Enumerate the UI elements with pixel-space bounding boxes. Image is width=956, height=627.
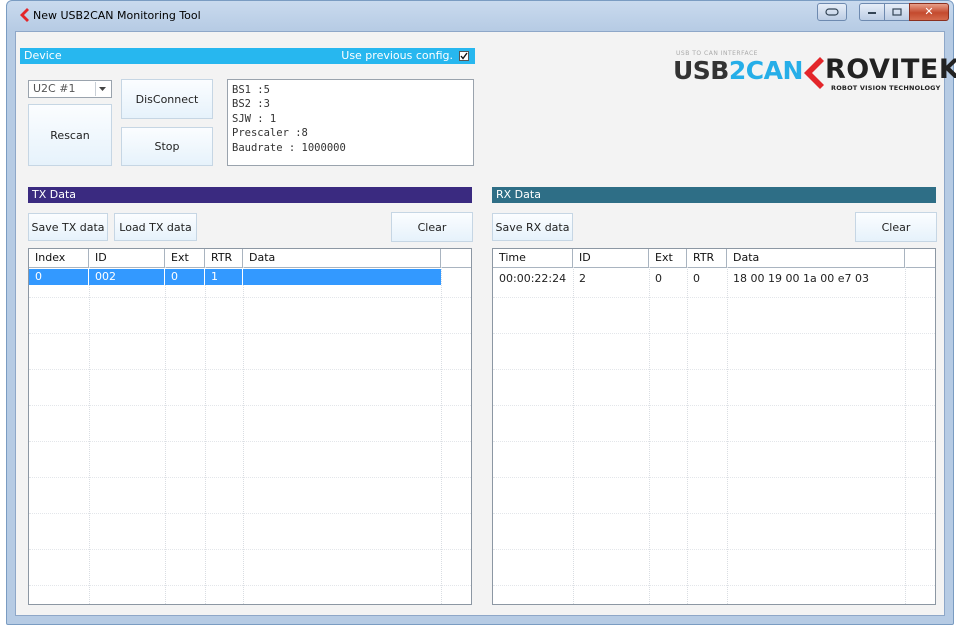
minimize-icon <box>868 12 876 14</box>
grid-line <box>727 267 728 604</box>
minimize-button[interactable] <box>859 3 885 21</box>
dropdown-arrow[interactable] <box>95 82 110 96</box>
grid-line <box>493 333 935 334</box>
brand-logos: USB TO CAN INTERFACE USB2CAN ROVITEK ROB… <box>673 50 956 100</box>
usb2can-logo-usb: USB <box>673 56 729 85</box>
grid-line <box>441 267 442 604</box>
tx-cell-rtr[interactable]: 1 <box>205 269 243 285</box>
restore-icon <box>825 8 839 16</box>
grid-line <box>493 585 935 586</box>
tx-section-header: TX Data <box>28 187 472 203</box>
table-row[interactable]: 00:00:22:24 2 0 0 18 00 19 00 1a 00 e7 0… <box>493 271 935 287</box>
close-button[interactable]: ✕ <box>909 3 949 21</box>
tx-data-table[interactable]: Index ID Ext RTR Data 0 002 0 1 <box>28 248 472 605</box>
grid-line <box>89 267 90 604</box>
tx-table-header: Index ID Ext RTR Data <box>29 249 471 268</box>
rx-section-label: RX Data <box>496 188 541 201</box>
rovitek-tagline: ROBOT VISION TECHNOLOGY <box>831 84 941 92</box>
window-title: New USB2CAN Monitoring Tool <box>33 9 201 22</box>
rx-data-table[interactable]: Time ID Ext RTR Data 00:00:22:24 2 0 0 1… <box>492 248 936 605</box>
load-tx-data-button[interactable]: Load TX data <box>114 213 197 241</box>
tx-section-label: TX Data <box>32 188 77 201</box>
info-line-bs2: BS2 :3 <box>232 98 270 111</box>
grid-line <box>493 477 935 478</box>
tx-col-ext[interactable]: Ext <box>165 249 205 267</box>
app-logo-icon <box>20 8 29 22</box>
device-section-label: Device <box>24 49 62 62</box>
rx-cell-rtr[interactable]: 0 <box>687 271 727 287</box>
tx-col-index[interactable]: Index <box>29 249 89 267</box>
rx-cell-data[interactable]: 18 00 19 00 1a 00 e7 03 <box>727 271 905 287</box>
tx-col-id[interactable]: ID <box>89 249 165 267</box>
use-previous-config-label: Use previous config. <box>341 49 453 62</box>
tx-cell-id[interactable]: 002 <box>89 269 165 285</box>
grid-line <box>29 333 471 334</box>
usb2can-logo-can: 2CAN <box>728 56 804 85</box>
rx-table-header: Time ID Ext RTR Data <box>493 249 935 268</box>
grid-line <box>29 405 471 406</box>
usb2can-logo: USB2CAN <box>673 56 803 85</box>
rx-section-header: RX Data <box>492 187 936 203</box>
grid-line <box>205 267 206 604</box>
rx-col-rtr[interactable]: RTR <box>687 249 727 267</box>
rx-cell-id[interactable]: 2 <box>573 271 649 287</box>
rx-col-time[interactable]: Time <box>493 249 573 267</box>
rx-col-data[interactable]: Data <box>727 249 905 267</box>
grid-line <box>573 267 574 604</box>
grid-line <box>29 513 471 514</box>
port-select[interactable]: U2C #1 <box>28 80 112 98</box>
tx-cell-index[interactable]: 0 <box>29 269 89 285</box>
rescan-button[interactable]: Rescan <box>28 104 112 166</box>
device-section-header: Device Use previous config. <box>20 48 475 64</box>
rovitek-logo: ROVITEK <box>825 54 956 85</box>
device-config-info: BS1 :5 BS2 :3 SJW : 1 Prescaler :8 Baudr… <box>227 79 474 166</box>
info-line-bs1: BS1 :5 <box>232 84 270 96</box>
info-line-sjw: SJW : 1 <box>232 112 277 125</box>
checkmark-icon <box>460 52 468 60</box>
grid-line <box>243 267 244 604</box>
title-bar[interactable]: New USB2CAN Monitoring Tool ✕ <box>7 1 953 31</box>
tx-col-rtr[interactable]: RTR <box>205 249 243 267</box>
rovitek-chevron-icon <box>804 57 824 89</box>
use-previous-config-checkbox[interactable] <box>459 51 469 61</box>
save-tx-data-button[interactable]: Save TX data <box>28 213 108 241</box>
rx-col-id[interactable]: ID <box>573 249 649 267</box>
port-select-value: U2C #1 <box>33 82 76 95</box>
tx-cell-data[interactable] <box>243 269 441 285</box>
grid-line <box>493 549 935 550</box>
table-row[interactable]: 0 002 0 1 <box>29 269 441 285</box>
grid-line <box>165 267 166 604</box>
grid-line <box>493 369 935 370</box>
tx-clear-button[interactable]: Clear <box>391 212 473 242</box>
extra-window-button[interactable] <box>817 3 847 21</box>
rx-clear-button[interactable]: Clear <box>855 212 937 242</box>
disconnect-button[interactable]: DisConnect <box>121 79 213 119</box>
close-icon: ✕ <box>924 5 934 18</box>
stop-button[interactable]: Stop <box>121 127 213 166</box>
grid-line <box>29 297 471 298</box>
maximize-icon <box>892 8 902 16</box>
grid-line <box>29 477 471 478</box>
tx-col-data[interactable]: Data <box>243 249 441 267</box>
grid-line <box>493 441 935 442</box>
info-line-baudrate: Baudrate : 1000000 <box>232 141 346 154</box>
tx-cell-ext[interactable]: 0 <box>165 269 205 285</box>
grid-line <box>29 369 471 370</box>
info-line-prescaler: Prescaler :8 <box>232 127 308 140</box>
grid-line <box>29 549 471 550</box>
grid-line <box>493 405 935 406</box>
maximize-button[interactable] <box>884 3 910 21</box>
chevron-down-icon <box>99 87 106 91</box>
rx-cell-time[interactable]: 00:00:22:24 <box>493 271 573 287</box>
grid-line <box>493 513 935 514</box>
save-rx-data-button[interactable]: Save RX data <box>492 213 573 241</box>
grid-line <box>687 267 688 604</box>
rx-cell-ext[interactable]: 0 <box>649 271 687 287</box>
grid-line <box>905 267 906 604</box>
grid-line <box>649 267 650 604</box>
rx-col-ext[interactable]: Ext <box>649 249 687 267</box>
grid-line <box>29 441 471 442</box>
grid-line <box>493 297 935 298</box>
grid-line <box>29 585 471 586</box>
